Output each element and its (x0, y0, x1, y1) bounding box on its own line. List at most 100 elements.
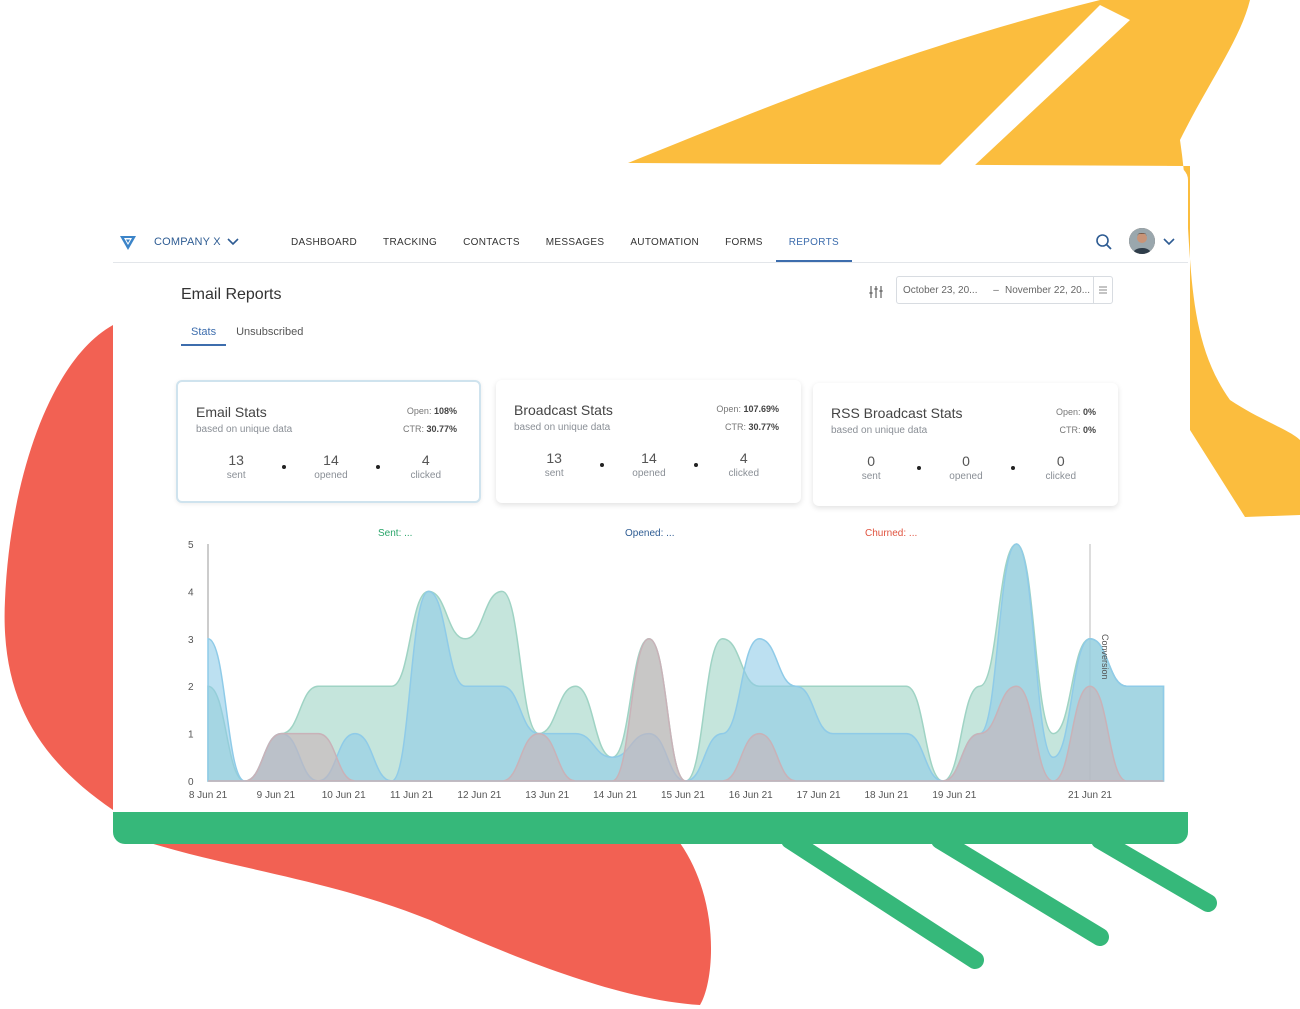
open-label: Open: (1055, 407, 1081, 417)
green-stroke-2 (931, 831, 1109, 946)
x-tick-label: 21 Jun 21 (1068, 790, 1112, 801)
metric-label: sent (226, 470, 246, 481)
metric-label: clicked (410, 470, 442, 481)
metric-clicked: 0 clicked (1026, 453, 1096, 482)
x-tick-label: 19 Jun 21 (932, 790, 976, 801)
card-subtitle: based on unique data (196, 424, 293, 435)
card-metrics: 13 sent 14 opened 4 clicked (514, 450, 784, 479)
x-tick-label: 11 Jun 21 (390, 790, 434, 801)
legend-label: Opened: ... (625, 528, 674, 539)
green-stroke-3 (1091, 831, 1217, 912)
nav-reports[interactable]: REPORTS (775, 226, 852, 262)
ctr-value: 30.77% (748, 422, 779, 432)
metric-value: 14 (323, 452, 339, 468)
ctr-value: 0% (1082, 425, 1096, 435)
x-tick-label: 14 Jun 21 (593, 790, 637, 801)
nav-messages[interactable]: MESSAGES (533, 226, 618, 262)
y-tick-label: 4 (188, 587, 194, 598)
legend-label: Churned: ... (865, 528, 917, 539)
nav-contacts[interactable]: CONTACTS (450, 226, 533, 262)
metric-label: clicked (728, 468, 760, 479)
metric-value: 0 (1056, 453, 1065, 469)
x-tick-label: 18 Jun 21 (864, 790, 908, 801)
ctr-label: CTR: (402, 424, 424, 434)
date-separator: – (993, 284, 999, 296)
metric-value: 4 (739, 450, 748, 466)
brand-logo-icon[interactable] (118, 232, 138, 252)
date-from: October 23, 20... (903, 284, 978, 296)
email-stats-card[interactable]: Email Stats based on unique data Open: 1… (176, 380, 481, 503)
metric-sent: 13 sent (201, 452, 271, 481)
broadcast-stats-card[interactable]: Broadcast Stats based on unique data Ope… (496, 380, 801, 503)
metric-label: sent (544, 468, 564, 479)
avatar[interactable] (1129, 228, 1155, 254)
metric-value: 14 (641, 450, 657, 466)
y-tick-label: 5 (188, 540, 194, 551)
legend-label: Sent: ... (378, 528, 412, 539)
page-title: Email Reports (181, 286, 282, 303)
x-tick-label: 9 Jun 21 (257, 790, 296, 801)
card-metrics: 0 sent 0 opened 0 clicked (831, 453, 1101, 482)
metric-value: 13 (546, 450, 562, 466)
x-tick-label: 12 Jun 21 (457, 790, 501, 801)
nav-dashboard[interactable]: DASHBOARD (278, 226, 370, 262)
open-value: 0% (1082, 407, 1096, 417)
metric-label: opened (632, 468, 666, 479)
separator-dot (1011, 465, 1016, 470)
company-name: COMPANY X (154, 236, 221, 248)
email-stats-chart: 0 1 2 3 4 5 8 Jun 21 9 Jun 21 10 Jun 21 11 Jun 21… (168, 522, 1168, 802)
user-avatar-icon (1129, 228, 1155, 254)
metric-value: 13 (228, 452, 244, 468)
ctr-label: CTR: (1059, 425, 1081, 435)
x-tick-label: 10 Jun 21 (322, 790, 366, 801)
separator-dot (599, 462, 604, 467)
x-tick-label: 13 Jun 21 (525, 790, 569, 801)
date-menu-button[interactable] (1093, 277, 1112, 303)
open-rate: Open: 0% (1056, 407, 1096, 417)
separator-dot (281, 464, 286, 469)
ctr-rate: CTR: 0% (1059, 425, 1096, 435)
menu-lines-icon (1099, 286, 1107, 294)
tab-stats[interactable]: Stats (181, 326, 227, 346)
nav-automation[interactable]: AUTOMATION (617, 226, 712, 262)
y-tick-label: 1 (188, 730, 194, 741)
metric-clicked: 4 clicked (391, 452, 461, 481)
metric-value: 4 (421, 452, 430, 468)
card-subtitle: based on unique data (831, 425, 928, 436)
nav-forms[interactable]: FORMS (712, 226, 776, 262)
metric-label: sent (861, 471, 881, 482)
y2-axis-label: Conversion (1100, 634, 1110, 680)
metric-value: 0 (867, 453, 876, 469)
open-rate: Open: 107.69% (716, 404, 779, 414)
y-tick-label: 2 (188, 682, 194, 693)
top-navbar: COMPANY X DASHBOARD TRACKING CONTACTS ME… (113, 226, 1188, 263)
card-title: Broadcast Stats (514, 402, 613, 418)
metric-sent: 13 sent (519, 450, 589, 479)
open-label: Open: (406, 406, 432, 416)
date-to: November 22, 20... (1005, 284, 1091, 296)
rss-broadcast-stats-card[interactable]: RSS Broadcast Stats based on unique data… (813, 383, 1118, 506)
x-tick-label: 8 Jun 21 (189, 790, 228, 801)
company-switcher[interactable]: COMPANY X (154, 236, 239, 248)
metric-opened: 14 opened (614, 450, 684, 479)
report-tabs: Stats Unsubscribed (181, 326, 313, 346)
date-range-picker[interactable]: October 23, 20... – November 22, 20... (896, 276, 1113, 304)
area-chart: 0 1 2 3 4 5 8 Jun 21 9 Jun 21 10 Jun 21 11 Jun 21… (188, 528, 1165, 801)
y-tick-label: 3 (188, 635, 194, 646)
main-nav: DASHBOARD TRACKING CONTACTS MESSAGES AUT… (278, 226, 852, 262)
search-icon[interactable] (1095, 233, 1113, 251)
metric-label: clicked (1045, 471, 1077, 482)
filter-sliders-icon[interactable] (868, 284, 884, 300)
green-base-bar (113, 812, 1188, 844)
metric-sent: 0 sent (836, 453, 906, 482)
chevron-down-icon[interactable] (1163, 238, 1175, 246)
y-tick-label: 0 (188, 777, 194, 788)
metric-value: 0 (962, 453, 970, 469)
ctr-rate: CTR: 30.77% (725, 422, 779, 432)
metric-label: opened (949, 471, 983, 482)
nav-tracking[interactable]: TRACKING (370, 226, 450, 262)
card-subtitle: based on unique data (514, 422, 611, 433)
separator-dot (376, 464, 381, 469)
ctr-value: 30.77% (426, 424, 457, 434)
tab-unsubscribed[interactable]: Unsubscribed (226, 326, 313, 346)
